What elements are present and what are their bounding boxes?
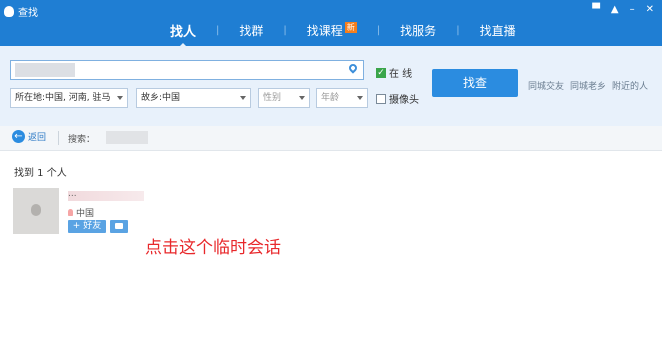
back-label: 返回 <box>28 133 47 143</box>
result-navbar: ← 返回 搜索： <box>0 126 662 151</box>
blurred-search-term <box>106 131 148 144</box>
person-location: 中国 <box>68 206 94 219</box>
back-arrow-icon: ← <box>12 130 25 143</box>
blurred-name <box>68 191 144 201</box>
chevron-down-icon <box>240 96 246 100</box>
temp-chat-button[interactable] <box>110 220 128 233</box>
tab-find-courses-label: 找课程 <box>306 23 343 38</box>
hometown-dropdown[interactable]: 故乡:中国 <box>136 88 251 108</box>
keyword-input[interactable] <box>10 60 364 80</box>
checkbox-checked-icon: ✓ <box>376 67 386 78</box>
quick-link-same-city-friends[interactable]: 同城交友 <box>528 79 564 92</box>
blurred-keyword <box>15 63 75 77</box>
quick-links: 同城交友 同城老乡 附近的人 <box>528 79 648 92</box>
divider <box>58 131 59 145</box>
back-button[interactable]: ← 返回 <box>12 130 46 143</box>
person-icon <box>68 209 73 216</box>
title-bar: 查找 ▀ ▲ – ✕ 找人 | 找群 | 找课程新 | 找服务 | 找直播 <box>0 0 662 48</box>
new-badge: 新 <box>344 21 357 33</box>
avatar[interactable] <box>13 188 59 234</box>
chevron-down-icon <box>117 96 123 100</box>
age-placeholder: 年龄 <box>321 93 340 103</box>
person-location-text: 中国 <box>76 209 95 219</box>
close-icon[interactable]: ✕ <box>646 4 654 15</box>
add-friend-button[interactable]: + 好友 <box>68 220 106 233</box>
qq-penguin-icon <box>4 6 14 17</box>
search-panel: ✓ 在 线 摄像头 找查 同城交友 同城老乡 附近的人 所在地:中国, 河南, … <box>0 46 662 126</box>
tab-find-live[interactable]: 找直播 <box>460 22 536 39</box>
tab-bar: 找人 | 找群 | 找课程新 | 找服务 | 找直播 <box>150 20 536 48</box>
default-avatar-icon <box>31 204 41 216</box>
tab-find-people[interactable]: 找人 <box>150 21 216 48</box>
person-name[interactable]: ... <box>68 189 77 199</box>
quick-link-same-city-hometown[interactable]: 同城老乡 <box>570 79 606 92</box>
window-controls: ▀ ▲ – ✕ <box>592 4 654 15</box>
gender-placeholder: 性别 <box>263 93 282 103</box>
result-count: 找到 1 个人 <box>14 168 67 179</box>
tab-find-courses[interactable]: 找课程新 <box>287 21 377 39</box>
chevron-down-icon <box>357 96 363 100</box>
find-button[interactable]: 找查 <box>432 69 518 97</box>
location-pin-icon[interactable] <box>347 62 359 74</box>
age-dropdown[interactable]: 年龄 <box>316 88 368 108</box>
tab-find-groups[interactable]: 找群 <box>219 22 283 39</box>
checkbox-empty-icon <box>376 93 386 104</box>
gender-dropdown[interactable]: 性别 <box>258 88 310 108</box>
camera-checkbox[interactable]: 摄像头 <box>376 91 419 106</box>
location-dropdown[interactable]: 所在地:中国, 河南, 驻马 <box>10 88 128 108</box>
skin-icon[interactable]: ▲ <box>611 4 619 15</box>
hometown-value: 故乡:中国 <box>141 93 181 103</box>
search-breadcrumb: 搜索： <box>68 135 96 145</box>
quick-link-nearby[interactable]: 附近的人 <box>612 79 648 92</box>
feedback-icon[interactable]: ▀ <box>592 4 600 15</box>
tab-find-services[interactable]: 找服务 <box>380 22 456 39</box>
online-label: 在 线 <box>389 69 413 80</box>
chevron-down-icon <box>299 96 305 100</box>
location-value: 所在地:中国, 河南, 驻马 <box>15 93 111 103</box>
online-checkbox[interactable]: ✓ 在 线 <box>376 65 412 80</box>
window-title-text: 查找 <box>18 8 38 19</box>
window-title: 查找 <box>4 4 38 19</box>
minimize-icon[interactable]: – <box>630 4 635 15</box>
camera-label: 摄像头 <box>389 95 419 106</box>
annotation-text: 点击这个临时会话 <box>145 238 281 258</box>
